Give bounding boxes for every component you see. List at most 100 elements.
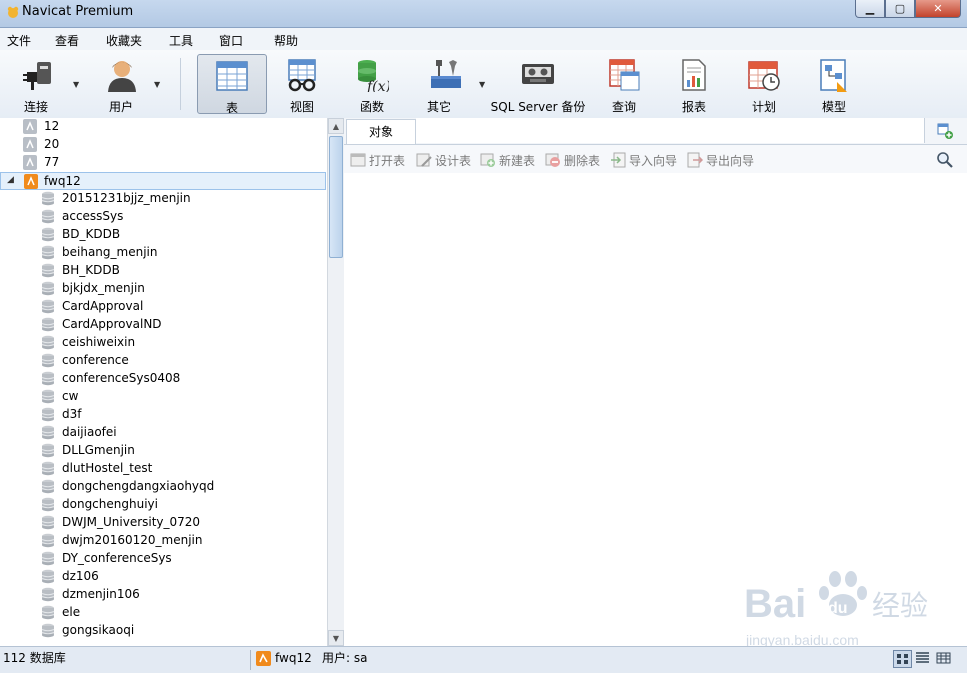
tree-database-item[interactable]: dlutHostel_test <box>0 460 326 478</box>
tree-database-item[interactable]: d3f <box>0 406 326 424</box>
tree-database-item[interactable]: BH_KDDB <box>0 262 326 280</box>
database-icon <box>41 209 55 224</box>
search-icon[interactable] <box>936 151 953 168</box>
tools-icon <box>431 60 461 88</box>
list-view-button[interactable] <box>914 650 933 668</box>
object-tab-bar: 对象 <box>344 118 967 145</box>
tree-database-item[interactable]: conferenceSys0408 <box>0 370 326 388</box>
database-icon <box>41 335 55 350</box>
tree-database-item[interactable]: DLLGmenjin <box>0 442 326 460</box>
menu-tools[interactable]: 工具 <box>169 32 193 49</box>
tab-strip <box>416 118 925 143</box>
server-label: 12 <box>44 119 60 133</box>
tree-database-item[interactable]: DY_conferenceSys <box>0 550 326 568</box>
tree-database-item[interactable]: CardApproval <box>0 298 326 316</box>
export-icon <box>687 152 703 168</box>
table-button[interactable]: 表 <box>197 54 267 115</box>
tree-server-20[interactable]: 20 <box>0 136 326 154</box>
list-view-icon <box>916 652 929 663</box>
tree-database-item[interactable]: CardApprovalND <box>0 316 326 334</box>
detail-view-button[interactable] <box>935 650 954 668</box>
table-icon <box>216 61 248 91</box>
plug-icon <box>23 62 51 90</box>
tree-database-item[interactable]: dongchengdangxiaohyqd <box>0 478 326 496</box>
database-label: BH_KDDB <box>62 263 120 277</box>
model-button[interactable]: 模型 <box>802 54 866 114</box>
scroll-thumb[interactable] <box>329 136 343 258</box>
connection-tree: 12 20 77 ◢ fwq12 20151231bjjz_menjin accessSys… <box>0 118 344 646</box>
server-icon <box>23 137 37 152</box>
tree-database-item[interactable]: dwjm20160120_menjin <box>0 532 326 550</box>
tree-database-item[interactable]: ceishiweixin <box>0 334 326 352</box>
tree-database-item[interactable]: BD_KDDB <box>0 226 326 244</box>
database-icon <box>41 299 55 314</box>
large-icons-view-button[interactable] <box>893 650 912 668</box>
other-dropdown-icon[interactable]: ▼ <box>479 80 485 89</box>
tree-database-item[interactable]: bjkjdx_menjin <box>0 280 326 298</box>
tree-database-item[interactable]: DWJM_University_0720 <box>0 514 326 532</box>
maximize-button[interactable]: ▢ <box>885 0 915 18</box>
tree-server-12[interactable]: 12 <box>0 118 326 136</box>
minimize-button[interactable]: ▁ <box>855 0 885 18</box>
database-icon <box>41 245 55 260</box>
sql-server-backup-button[interactable]: SQL Server 备份 <box>490 54 586 114</box>
database-label: 20151231bjjz_menjin <box>62 191 191 205</box>
view-button[interactable]: 视图 <box>270 54 334 114</box>
tree-database-item[interactable]: dongchenghuiyi <box>0 496 326 514</box>
database-icon <box>41 227 55 242</box>
user-button[interactable]: ▼ 用户 <box>92 54 164 114</box>
tree-scrollbar[interactable]: ▲ ▼ <box>327 118 344 646</box>
new-object-tab-icon[interactable] <box>937 123 953 139</box>
menu-file[interactable]: 文件 <box>7 32 31 49</box>
open-table-icon <box>350 153 366 167</box>
menu-window[interactable]: 窗口 <box>219 32 243 49</box>
svg-text:du: du <box>828 600 848 617</box>
database-icon <box>41 623 55 638</box>
user-dropdown-icon[interactable]: ▼ <box>154 80 160 89</box>
connect-button[interactable]: ▼ 连接 <box>10 54 82 114</box>
scroll-down-button[interactable]: ▼ <box>328 630 344 646</box>
tree-server-selected[interactable]: ◢ fwq12 <box>0 172 326 190</box>
menu-favorites[interactable]: 收藏夹 <box>106 32 142 49</box>
tree-database-item[interactable]: beihang_menjin <box>0 244 326 262</box>
schedule-button[interactable]: 计划 <box>732 54 796 114</box>
design-table-icon <box>416 153 432 167</box>
scroll-up-button[interactable]: ▲ <box>328 118 344 134</box>
database-label: dz106 <box>62 569 99 583</box>
query-icon <box>609 59 640 91</box>
close-button[interactable]: ✕ <box>915 0 961 18</box>
title-bar: Navicat Premium ▁ ▢ ✕ <box>0 0 967 28</box>
tree-database-item[interactable]: cw <box>0 388 326 406</box>
database-label: d3f <box>62 407 82 421</box>
query-button[interactable]: 查询 <box>592 54 656 114</box>
database-label: bjkjdx_menjin <box>62 281 145 295</box>
sql-server-backup-label: SQL Server 备份 <box>490 100 586 114</box>
menu-view[interactable]: 查看 <box>55 32 79 49</box>
model-label: 模型 <box>821 100 846 114</box>
tree-database-item[interactable]: ele <box>0 604 326 622</box>
tree-database-item[interactable]: dzmenjin106 <box>0 586 326 604</box>
tree-database-item[interactable]: gongsikaoqi <box>0 622 326 640</box>
svg-text:f(x): f(x) <box>366 79 389 92</box>
tree-database-item[interactable]: dz106 <box>0 568 326 586</box>
database-label: beihang_menjin <box>62 245 158 259</box>
detail-view-icon <box>936 652 951 664</box>
database-label: conference <box>62 353 129 367</box>
tree-database-item[interactable]: daijiaofei <box>0 424 326 442</box>
database-icon <box>41 425 55 440</box>
function-button[interactable]: f(x) 函数 <box>340 54 404 114</box>
collapse-triangle-icon[interactable]: ◢ <box>7 175 14 185</box>
database-label: dongchengdangxiaohyqd <box>62 479 215 493</box>
connect-label: 连接 <box>23 100 48 114</box>
report-button[interactable]: 报表 <box>662 54 726 114</box>
database-count: 112 数据库 <box>3 651 66 665</box>
tree-database-item[interactable]: 20151231bjjz_menjin <box>0 190 326 208</box>
server-icon <box>23 155 37 170</box>
tree-database-item[interactable]: accessSys <box>0 208 326 226</box>
tree-server-77[interactable]: 77 <box>0 154 326 172</box>
menu-help[interactable]: 帮助 <box>274 32 298 49</box>
tab-objects[interactable]: 对象 <box>346 119 416 144</box>
connect-dropdown-icon[interactable]: ▼ <box>73 80 79 89</box>
other-button[interactable]: ▼ 其它 <box>412 54 492 114</box>
tree-database-item[interactable]: conference <box>0 352 326 370</box>
